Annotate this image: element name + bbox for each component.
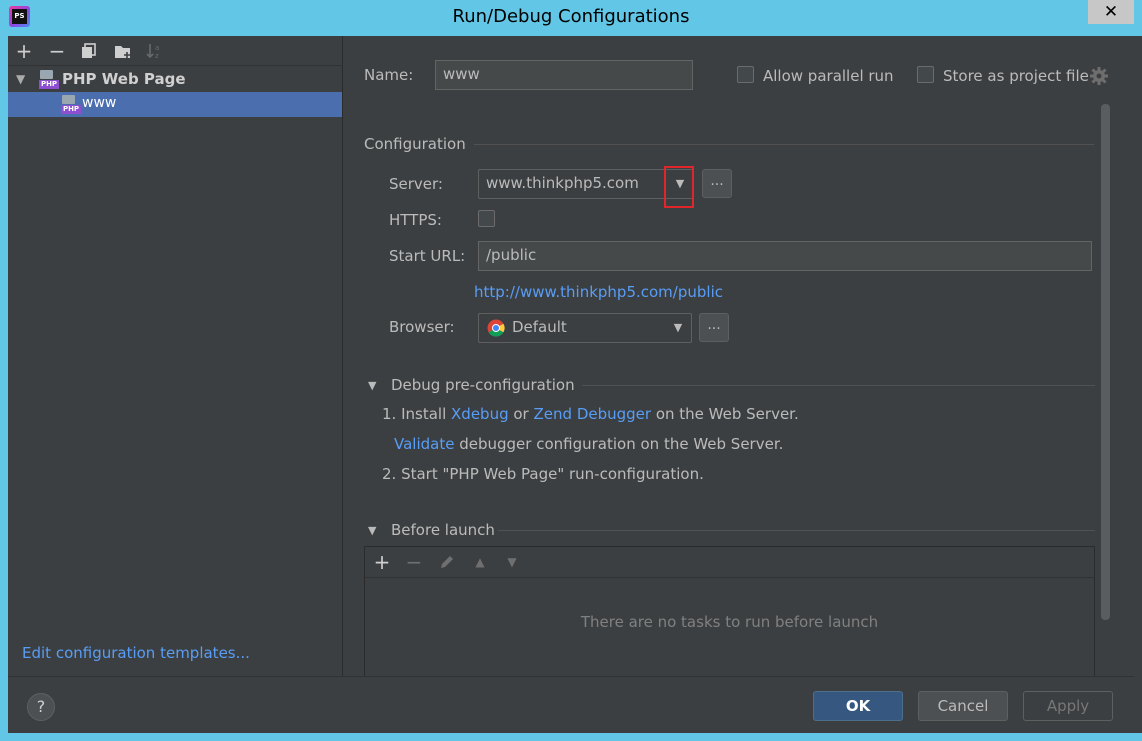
sort-icon[interactable]: az <box>142 39 166 63</box>
php-tag: PHP <box>39 80 59 89</box>
window-title: Run/Debug Configurations <box>452 6 690 27</box>
annotation-highlight-box <box>664 166 694 208</box>
window-border <box>1134 36 1142 733</box>
close-button[interactable]: ✕ <box>1088 0 1134 24</box>
configurations-sidebar: + − az ▼ PHP PHP Web Page PHP www Edit c… <box>8 36 343 676</box>
edit-templates-link[interactable]: Edit configuration templates... <box>22 644 250 662</box>
form-scrollbar[interactable] <box>1101 104 1110 620</box>
server-label: Server: <box>389 175 443 193</box>
tree-item-label: www <box>82 95 117 111</box>
help-button[interactable]: ? <box>27 693 55 721</box>
before-launch-panel: + − ▲ ▼ There are no tasks to run before… <box>364 546 1095 676</box>
name-field[interactable]: www <box>435 60 693 90</box>
copy-icon[interactable] <box>77 39 101 63</box>
add-icon[interactable]: + <box>12 39 36 63</box>
add-task-icon[interactable]: + <box>370 550 394 574</box>
php-web-page-icon: PHP <box>61 95 81 115</box>
collapse-arrow-icon[interactable]: ▼ <box>368 379 376 392</box>
before-launch-empty-text: There are no tasks to run before launch <box>580 613 879 631</box>
svg-text:z: z <box>155 52 159 60</box>
tree-group-label: PHP Web Page <box>62 70 186 88</box>
zend-debugger-link[interactable]: Zend Debugger <box>534 405 652 423</box>
start-url-field[interactable]: /public <box>478 241 1092 271</box>
dialog-button-bar: ? OK Cancel Apply <box>8 676 1134 733</box>
server-select-value: www.thinkphp5.com <box>486 174 639 192</box>
new-folder-icon[interactable] <box>111 39 135 63</box>
tree-item-www[interactable]: PHP www <box>8 92 342 117</box>
debug-section-title[interactable]: Debug pre-configuration <box>391 376 575 394</box>
https-checkbox[interactable] <box>478 210 495 227</box>
remove-task-icon[interactable]: − <box>402 550 426 574</box>
ok-button[interactable]: OK <box>813 691 903 721</box>
sidebar-toolbar: + − az <box>8 36 343 66</box>
remove-icon[interactable]: − <box>45 39 69 63</box>
validate-link[interactable]: Validate <box>394 435 454 453</box>
allow-parallel-checkbox[interactable] <box>737 66 754 83</box>
gear-icon[interactable] <box>1089 66 1109 86</box>
apply-button[interactable]: Apply <box>1023 691 1113 721</box>
xdebug-link[interactable]: Xdebug <box>451 405 509 423</box>
debug-step-1: 1. Install Xdebug or Zend Debugger on th… <box>382 405 799 423</box>
php-tag: PHP <box>61 105 81 114</box>
store-project-checkbox[interactable] <box>917 66 934 83</box>
move-up-icon[interactable]: ▲ <box>468 550 492 574</box>
configuration-separator <box>474 144 1094 145</box>
step1-prefix: 1. Install <box>382 405 447 423</box>
browser-select-value: Default <box>512 318 567 336</box>
server-select[interactable]: www.thinkphp5.com ▼ <box>478 169 694 199</box>
php-web-page-icon: PHP <box>39 70 59 90</box>
name-label: Name: <box>364 66 414 84</box>
collapse-arrow-icon[interactable]: ▼ <box>16 72 25 86</box>
server-browse-button[interactable]: ... <box>702 169 732 198</box>
validate-suffix: debugger configuration on the Web Server… <box>459 435 784 453</box>
debug-step-2: 2. Start "PHP Web Page" run-configuratio… <box>382 465 704 483</box>
resolved-url-link[interactable]: http://www.thinkphp5.com/public <box>474 283 723 301</box>
https-label: HTTPS: <box>389 211 442 229</box>
store-project-label: Store as project file <box>943 67 1089 85</box>
chrome-icon <box>487 319 505 337</box>
step1-suffix: on the Web Server. <box>655 405 799 423</box>
browser-label: Browser: <box>389 318 455 336</box>
edit-task-icon[interactable] <box>435 550 459 574</box>
before-launch-toolbar: + − ▲ ▼ <box>365 547 1094 578</box>
chevron-down-icon[interactable]: ▼ <box>666 314 690 341</box>
collapse-arrow-icon[interactable]: ▼ <box>368 524 376 537</box>
debug-validate-line: Validate debugger configuration on the W… <box>394 435 783 453</box>
svg-text:a: a <box>155 44 159 52</box>
cancel-button[interactable]: Cancel <box>918 691 1008 721</box>
move-down-icon[interactable]: ▼ <box>500 550 524 574</box>
before-launch-title[interactable]: Before launch <box>391 521 495 539</box>
allow-parallel-label: Allow parallel run <box>763 67 894 85</box>
window-titlebar: PS Run/Debug Configurations ✕ <box>0 0 1142 36</box>
tree-group-php-web-page[interactable]: ▼ PHP PHP Web Page <box>8 68 343 92</box>
browser-browse-button[interactable]: ... <box>699 313 729 342</box>
step1-or: or <box>513 405 529 423</box>
browser-select[interactable]: Default ▼ <box>478 313 692 343</box>
before-launch-separator <box>498 530 1095 531</box>
configuration-section-title: Configuration <box>364 135 466 153</box>
start-url-label: Start URL: <box>389 247 466 265</box>
debug-separator <box>582 385 1095 386</box>
